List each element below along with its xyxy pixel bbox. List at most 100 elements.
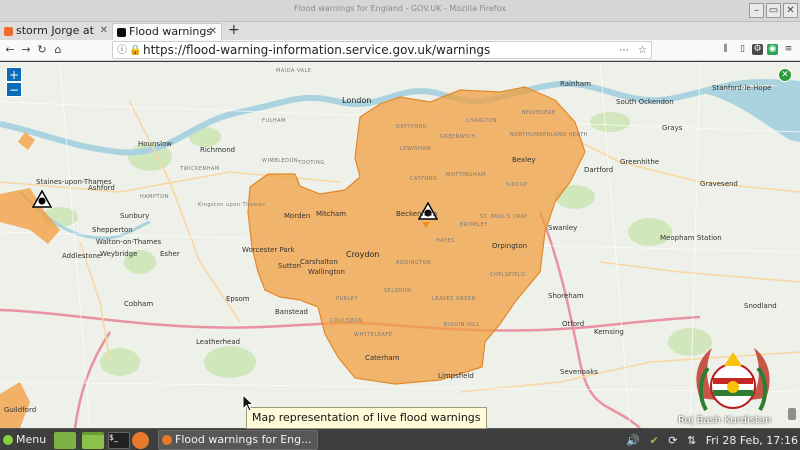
start-menu-button[interactable]: Menu [2, 432, 46, 448]
label-mitcham: Mitcham [316, 210, 347, 218]
label-swanley: Swanley [548, 224, 578, 232]
network-icon[interactable]: ⇅ [687, 432, 696, 449]
label-mottingham: MOTTINGHAM [446, 172, 486, 178]
label-stanford: Stanford-le-Hope [712, 84, 772, 92]
label-shoreham: Shoreham [548, 292, 584, 300]
label-maida-vale: MAIDA VALE [276, 68, 312, 74]
map-marker-icon [422, 222, 430, 228]
clock[interactable]: Fri 28 Feb, 17:16 [706, 432, 798, 449]
map-tooltip: Map representation of live flood warning… [246, 407, 487, 429]
label-limpsfield: Limpsfield [438, 372, 474, 380]
tab-bar: storm Jorge at ✕ Flood warnings ✕ + [0, 22, 800, 40]
zoom-in-button[interactable]: + [6, 67, 22, 82]
forward-button[interactable]: → [20, 43, 32, 56]
label-northumberland-heath: NORTHUMBERLAND HEATH [510, 132, 588, 138]
site-favicon-icon [4, 27, 13, 36]
url-text: https://flood-warning-information.servic… [143, 43, 491, 57]
label-hayes: HAYES [436, 238, 455, 244]
label-charlton: CHARLTON [466, 118, 497, 124]
close-tab-icon[interactable]: ✕ [100, 23, 108, 39]
sidebar-icon[interactable]: ▯ [737, 44, 748, 55]
label-staines: Staines-upon-Thames [36, 178, 112, 186]
label-sidcup: SIDCUP [506, 182, 528, 188]
tab-storm-jorge[interactable]: storm Jorge at ✕ [0, 23, 112, 40]
back-button[interactable]: ← [4, 43, 16, 56]
close-tab-icon[interactable]: ✕ [209, 24, 217, 40]
label-leatherhead: Leatherhead [196, 338, 241, 346]
minimize-button[interactable]: – [749, 3, 764, 18]
label-kemsing: Kemsing [594, 328, 624, 336]
label-twickenham: TWICKENHAM [180, 166, 220, 172]
scrollbar-thumb[interactable] [788, 408, 796, 420]
label-banstead: Banstead [275, 308, 308, 316]
label-bromley: BROMLEY [460, 222, 488, 228]
update-manager-icon[interactable]: ⟳ [668, 432, 677, 449]
page-actions-icon[interactable]: ⋯ [619, 43, 629, 59]
label-snodland: Snodland [744, 302, 777, 310]
flood-warning-icon[interactable] [32, 190, 52, 208]
bookmark-star-icon[interactable]: ☆ [638, 43, 647, 59]
firefox-launcher-icon[interactable] [132, 432, 149, 449]
label-sutton: Sutton [278, 262, 302, 270]
label-hampton: HAMPTON [140, 194, 169, 200]
label-south-ockendon: South Ockendon [616, 98, 674, 106]
files-folder-icon[interactable] [82, 432, 104, 449]
label-addington: ADDINGTON [396, 260, 432, 266]
label-wimbledon: WIMBLEDON [262, 158, 299, 164]
label-leaves-green: LEAVES GREEN [432, 296, 476, 302]
label-deptford: DEPTFORD [396, 124, 428, 130]
label-greenwich: GREENWICH [440, 134, 476, 140]
label-worcester-park: Worcester Park [242, 246, 295, 254]
menu-hamburger-icon[interactable]: ≡ [783, 44, 794, 55]
home-button[interactable]: ⌂ [52, 43, 64, 56]
label-catford: CATFORD [410, 176, 438, 182]
taskbar: Menu $_ Flood warnings for Eng... 🔊 ✔ ⟳ … [0, 428, 800, 450]
label-carshalton: Carshalton [300, 258, 338, 266]
label-london: London [342, 96, 372, 105]
volume-icon[interactable]: 🔊 [626, 432, 640, 449]
label-morden: Morden [284, 212, 311, 220]
info-icon[interactable]: ⓘ [117, 43, 127, 59]
label-beckenham: Beckenham [396, 210, 438, 218]
label-biggin-hill: BIGGIN HILL [444, 322, 480, 328]
label-grays: Grays [662, 124, 683, 132]
label-hounslow: Hounslow [138, 140, 173, 148]
reload-button[interactable]: ↻ [36, 43, 48, 56]
zoom-out-button[interactable]: − [6, 82, 22, 97]
emblem-caption: Roj Bash Kurdistan [678, 415, 772, 426]
tab-flood-warnings[interactable]: Flood warnings ✕ [112, 23, 222, 40]
shield-check-icon[interactable]: ✔ [650, 432, 659, 449]
label-tooting: TOOTING [298, 160, 325, 166]
tab-label: Flood warnings [129, 25, 213, 38]
label-greenhithe: Greenhithe [620, 158, 660, 166]
label-wallington: Wallington [308, 268, 345, 276]
label-st-pauls-cray: ST. PAUL'S CRAY [480, 214, 528, 220]
library-icon[interactable]: ⫼ [720, 44, 731, 55]
extension-green-icon[interactable]: ◉ [767, 44, 778, 55]
label-meopham: Meopham Station [660, 234, 722, 242]
mouse-cursor-icon [242, 394, 254, 412]
label-lewisham: LEWISHAM [400, 146, 432, 152]
mint-logo-icon [3, 435, 13, 445]
label-dartford: Dartford [584, 166, 614, 174]
taskbar-window-firefox[interactable]: Flood warnings for Eng... [158, 430, 318, 450]
label-addlestone: Addlestone [62, 252, 102, 260]
extension-icon[interactable]: ⚙ [752, 44, 763, 55]
show-desktop-icon[interactable] [54, 432, 76, 449]
lock-icon[interactable]: 🔒 [129, 43, 141, 59]
maximize-button[interactable]: ▭ [766, 3, 781, 18]
close-window-button[interactable]: ✕ [783, 3, 798, 18]
label-orpington: Orpington [492, 242, 528, 250]
label-walton: Walton-on-Thames [96, 238, 162, 246]
map-close-icon[interactable]: ✕ [778, 68, 792, 82]
menu-label: Menu [16, 433, 47, 446]
flood-map[interactable]: + − ✕ London Croydon Beckenham Bexley Or… [0, 62, 800, 428]
window-title: Flood warnings for England - GOV.UK - Mo… [294, 4, 506, 13]
label-guildford: Guildford [4, 406, 37, 414]
label-belvedere: BELVEDERE [522, 110, 556, 116]
new-tab-button[interactable]: + [228, 22, 240, 38]
firefox-icon [162, 435, 172, 445]
terminal-icon[interactable]: $_ [108, 432, 130, 449]
address-bar[interactable]: ⓘ 🔒 https://flood-warning-information.se… [112, 41, 652, 59]
label-esher: Esher [160, 250, 180, 258]
